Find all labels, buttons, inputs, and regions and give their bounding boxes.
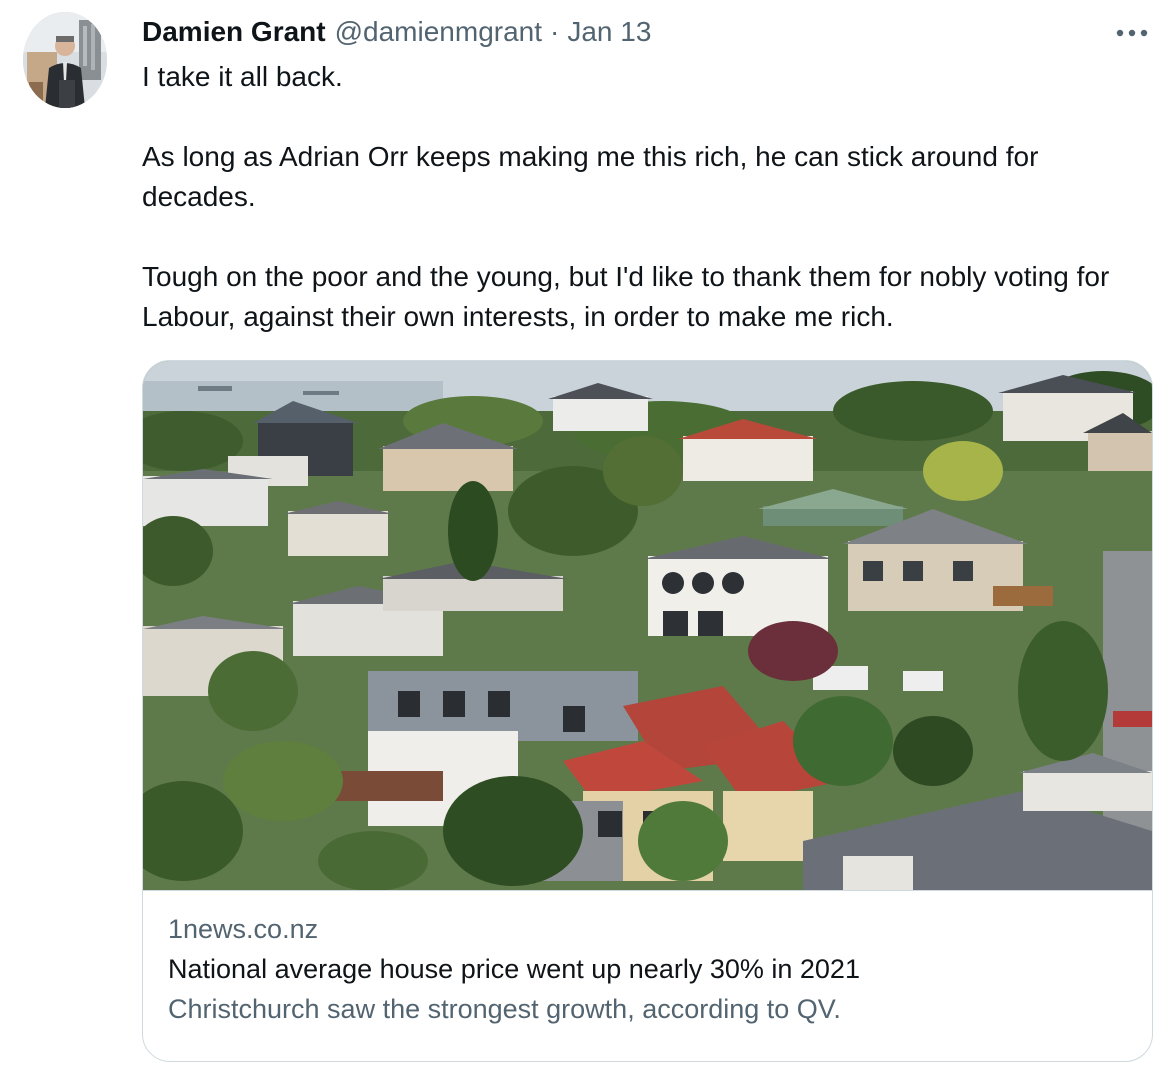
link-title: National average house price went up nea… bbox=[168, 954, 860, 984]
tweet[interactable]: Damien Grant @damienmgrant · Jan 13 I ta… bbox=[0, 0, 1166, 1086]
more-horizontal-icon bbox=[1116, 29, 1148, 37]
link-preview-info: 1news.co.nz National average house price… bbox=[168, 909, 1128, 1029]
link-preview-card[interactable]: 1news.co.nz National average house price… bbox=[142, 360, 1153, 1062]
link-description: Christchurch saw the strongest growth, a… bbox=[168, 994, 841, 1024]
author-handle[interactable]: @damienmgrant bbox=[335, 16, 542, 48]
author-avatar[interactable] bbox=[23, 12, 107, 108]
houses-photo bbox=[143, 361, 1152, 890]
link-preview-image[interactable] bbox=[143, 361, 1152, 891]
author-display-name[interactable]: Damien Grant bbox=[142, 16, 326, 48]
tweet-paragraph: As long as Adrian Orr keeps making me th… bbox=[142, 141, 1039, 212]
more-options-button[interactable] bbox=[1112, 18, 1152, 48]
tweet-paragraph: Tough on the poor and the young, but I'd… bbox=[142, 261, 1110, 332]
header-separator: · bbox=[550, 16, 560, 47]
tweet-text: I take it all back. As long as Adrian Or… bbox=[142, 57, 1154, 337]
link-domain: 1news.co.nz bbox=[168, 914, 319, 944]
tweet-header: Damien Grant @damienmgrant · Jan 13 bbox=[142, 14, 651, 50]
avatar-photo bbox=[23, 12, 107, 108]
tweet-date-link[interactable]: Jan 13 bbox=[567, 16, 651, 48]
tweet-paragraph: I take it all back. bbox=[142, 61, 343, 92]
